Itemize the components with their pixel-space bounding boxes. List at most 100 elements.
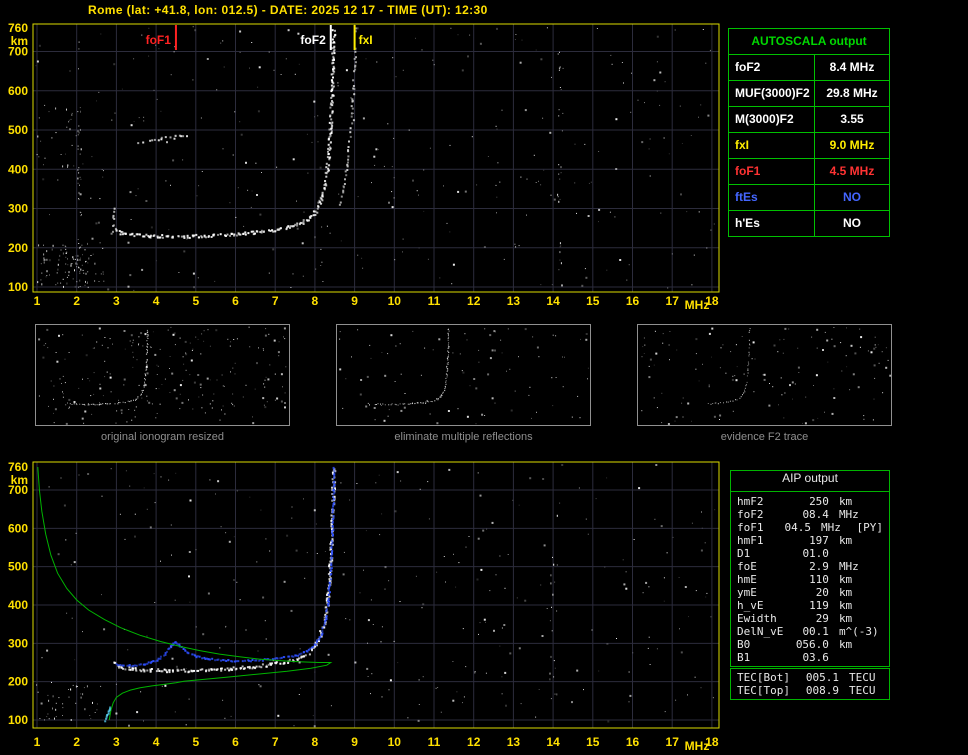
aip-row-value: 03.6: [793, 651, 829, 664]
thumbnail-thumb-f2-trace: evidence F2 trace: [637, 324, 892, 443]
aip-row: h_vE119km: [731, 599, 889, 612]
aip-row-label: h_vE: [737, 599, 793, 612]
aip-row: hmE110 km: [731, 573, 889, 586]
autoscala-row-value: NO: [815, 185, 889, 210]
x-tick-label: 4: [153, 294, 160, 308]
aip-row-value: 197: [793, 534, 829, 547]
x-tick-label: 14: [546, 735, 560, 749]
autoscala-row-label: M(3000)F2: [729, 107, 815, 132]
aip-row-unit: km: [839, 573, 883, 586]
aip-row-unit: m^(-3): [839, 625, 883, 638]
aip-row: B0056.0km: [731, 638, 889, 651]
x-tick-label: 11: [428, 294, 441, 308]
aip-row-label: hmF2: [737, 495, 793, 508]
tec-output-table: TEC[Bot]005.1TECUTEC[Top]008.9TECU: [730, 668, 890, 700]
marker-label-foF2: foF2: [300, 33, 326, 47]
y-axis-unit-label: km: [11, 473, 28, 487]
x-tick-label: 12: [467, 735, 481, 749]
x-tick-label: 17: [666, 294, 680, 308]
x-tick-label: 9: [351, 294, 358, 308]
aip-row-unit: MHz: [821, 521, 856, 534]
y-tick-label: 100: [8, 280, 28, 294]
aip-row-value: 110: [793, 573, 829, 586]
aip-row: B103.6: [731, 651, 889, 664]
x-tick-label: 7: [272, 294, 279, 308]
x-tick-label: 13: [507, 735, 521, 749]
aip-row-label: B0: [737, 638, 793, 651]
aip-row-value: 250: [793, 495, 829, 508]
y-tick-label: 760: [8, 460, 28, 474]
aip-row-label: hmF1: [737, 534, 793, 547]
aip-row-label: hmE: [737, 573, 793, 586]
x-tick-label: 1: [34, 294, 41, 308]
aip-row-unit: MHz: [839, 508, 883, 521]
aip-row-label: foF1: [737, 521, 782, 534]
x-tick-label: 16: [626, 735, 640, 749]
aip-row-unit: MHz: [839, 560, 883, 573]
thumbnail-row: original ionogram resizedeliminate multi…: [0, 324, 968, 454]
aip-output-table: AIP outputhmF2250kmfoF208.4MHzfoF104.5MH…: [730, 470, 890, 667]
y-tick-label: 300: [8, 636, 28, 650]
aip-rows: hmF2250kmfoF208.4MHzfoF104.5MHz[PY]hmF11…: [731, 492, 889, 666]
top-ionogram-plot: foF1foF2fxI12345678910111213141516171876…: [0, 22, 730, 314]
autoscala-row-value: 4.5 MHz: [815, 159, 889, 184]
x-tick-label: 16: [626, 294, 640, 308]
aip-row: D101.0: [731, 547, 889, 560]
aip-row-label: ymE: [737, 586, 793, 599]
y-axis-unit-label: km: [11, 34, 28, 48]
x-tick-label: 2: [73, 735, 80, 749]
x-tick-label: 14: [546, 294, 560, 308]
x-tick-label: 3: [113, 294, 120, 308]
aip-row-label: B1: [737, 651, 793, 664]
tec-row-value: 005.1: [801, 671, 839, 684]
x-tick-label: 13: [507, 294, 521, 308]
x-axis-unit-label: MHz: [685, 298, 710, 312]
autoscala-row: h'EsNO: [729, 211, 889, 236]
autoscala-row-value: 9.0 MHz: [815, 133, 889, 158]
aip-row-value: 08.4: [793, 508, 829, 521]
aip-row: foF104.5 MHz[PY]: [731, 521, 889, 534]
x-tick-label: 8: [312, 294, 319, 308]
autoscala-row: foF28.4 MHz: [729, 55, 889, 81]
x-tick-label: 8: [312, 735, 319, 749]
tec-row-value: 008.9: [801, 684, 839, 697]
marker-label-foF1: foF1: [146, 33, 172, 47]
x-tick-label: 6: [232, 735, 239, 749]
y-tick-label: 200: [8, 241, 28, 255]
x-tick-label: 6: [232, 294, 239, 308]
aip-row: foF208.4 MHz: [731, 508, 889, 521]
x-tick-label: 1: [34, 735, 41, 749]
aip-table-title: AIP output: [731, 471, 889, 492]
x-tick-label: 11: [428, 735, 441, 749]
autoscala-row-label: h'Es: [729, 211, 815, 236]
aip-row: hmF2250 km: [731, 495, 889, 508]
thumb-multiple-reflections-plot: [336, 324, 591, 426]
y-tick-label: 400: [8, 162, 28, 176]
aip-row-value: 01.0: [793, 547, 829, 560]
tec-row: TEC[Top]008.9TECU: [731, 684, 889, 697]
x-tick-label: 3: [113, 735, 120, 749]
bottom-ionogram-plot: 1234567891011121314151617187607006005004…: [0, 456, 730, 755]
aip-row-unit: km: [839, 495, 883, 508]
x-tick-label: 2: [73, 294, 80, 308]
y-tick-label: 200: [8, 675, 28, 689]
aip-row: ymE20km: [731, 586, 889, 599]
thumb-original-plot: [35, 324, 290, 426]
y-tick-label: 400: [8, 598, 28, 612]
autoscala-row-label: foF1: [729, 159, 815, 184]
autoscala-row-value: 3.55: [815, 107, 889, 132]
tec-row: TEC[Bot]005.1TECU: [731, 671, 889, 684]
aip-row-unit: km: [839, 638, 883, 651]
marker-label-fxI: fxI: [359, 33, 373, 47]
y-tick-label: 600: [8, 84, 28, 98]
thumbnail-caption: evidence F2 trace: [637, 431, 892, 443]
aip-row-label: foF2: [737, 508, 793, 521]
aip-row-value: 04.5: [782, 521, 811, 534]
aip-row-note: [PY]: [857, 521, 884, 534]
aip-row-unit: km: [839, 599, 883, 612]
x-tick-label: 17: [666, 735, 680, 749]
x-tick-label: 5: [192, 294, 199, 308]
autoscala-row-label: foF2: [729, 55, 815, 80]
aip-row-value: 00.1: [793, 625, 829, 638]
aip-row-unit: km: [839, 612, 883, 625]
